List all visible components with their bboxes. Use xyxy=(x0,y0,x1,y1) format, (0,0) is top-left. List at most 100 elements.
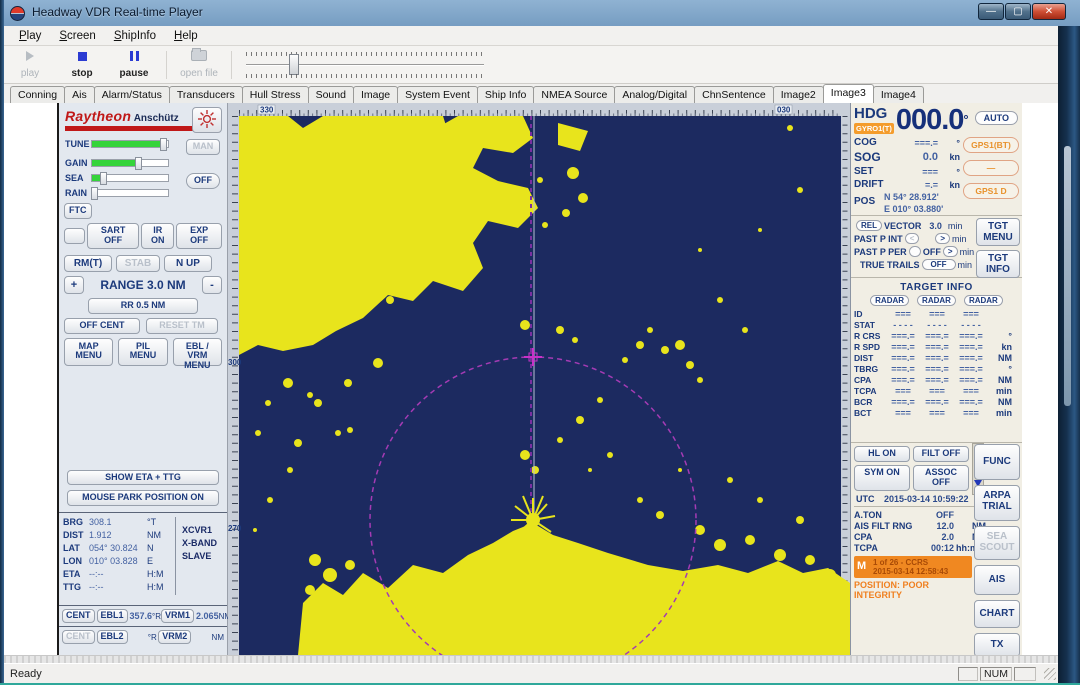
title-bar[interactable]: Headway VDR Real-time Player — ▢ ✕ xyxy=(0,0,1080,26)
gps1bt-button[interactable]: GPS1(BT) xyxy=(963,137,1019,153)
auto-button[interactable]: AUTO xyxy=(975,111,1018,125)
tab-alarm-status[interactable]: Alarm/Status xyxy=(94,86,170,103)
range-rings-button[interactable]: RR 0.5 NM xyxy=(88,298,198,314)
gain-slider[interactable]: GAIN xyxy=(65,158,183,168)
stab-button[interactable]: STAB xyxy=(116,255,160,272)
tx-button[interactable]: TX xyxy=(974,633,1020,655)
pos-label: POS xyxy=(854,192,884,215)
ebl2-button[interactable]: EBL2 xyxy=(97,630,128,644)
hdg-source-badge: GYRO1(T) xyxy=(854,123,894,134)
ir-button[interactable]: IR ON xyxy=(141,223,174,249)
menu-shipinfo[interactable]: ShipInfo xyxy=(105,28,165,44)
assoc-button[interactable]: ASSOC OFF xyxy=(913,465,969,491)
vrm2-button[interactable]: VRM2 xyxy=(158,630,191,644)
tab-ais[interactable]: Ais xyxy=(64,86,95,103)
sea-scout-button[interactable]: SEA SCOUT xyxy=(974,526,1020,560)
tab-conning[interactable]: Conning xyxy=(10,86,65,103)
tab-analog-digital[interactable]: Analog/Digital xyxy=(614,86,695,103)
off-button[interactable]: OFF xyxy=(186,173,220,189)
vrm1-button[interactable]: VRM1 xyxy=(161,609,194,623)
pil-menu-button[interactable]: PIL MENU xyxy=(118,338,167,366)
mouse-park-button[interactable]: MOUSE PARK POSITION ON xyxy=(67,490,219,506)
drift-value: =.= xyxy=(894,180,938,190)
ftc-button[interactable]: FTC xyxy=(64,203,92,219)
pause-button[interactable]: pause xyxy=(108,50,160,79)
cent2-button[interactable]: CENT xyxy=(62,630,95,644)
tab-ship-info[interactable]: Ship Info xyxy=(477,86,534,103)
radar2-button[interactable]: RADAR xyxy=(917,295,956,306)
chart-button[interactable]: CHART xyxy=(974,600,1020,628)
slider-thumb[interactable] xyxy=(289,54,299,75)
map-menu-button[interactable]: MAP MENU xyxy=(64,338,113,366)
vrm1-value: 2.065 xyxy=(196,611,219,621)
status-cell xyxy=(958,667,978,681)
radar1-button[interactable]: RADAR xyxy=(870,295,909,306)
maximize-button[interactable]: ▢ xyxy=(1005,3,1031,20)
tab-nmea-source[interactable]: NMEA Source xyxy=(533,86,615,103)
past-per-dec-button[interactable] xyxy=(909,246,921,257)
slider-track[interactable] xyxy=(246,64,484,66)
tab-image4[interactable]: Image4 xyxy=(873,86,924,103)
func-button[interactable]: FUNC xyxy=(974,444,1020,480)
play-icon xyxy=(4,50,56,66)
sea-slider[interactable]: SEA xyxy=(65,173,183,183)
past-int-dec-button[interactable]: < xyxy=(905,233,920,244)
tab-chnsentence[interactable]: ChnSentence xyxy=(694,86,774,103)
source-dash-button[interactable]: — xyxy=(963,160,1019,176)
menu-screen[interactable]: Screen xyxy=(50,28,104,44)
range-plus-button[interactable]: + xyxy=(64,276,84,294)
tgt-info-button[interactable]: TGT INFO xyxy=(976,250,1020,278)
slider-ticks-top xyxy=(246,52,484,56)
resize-grip[interactable] xyxy=(1044,668,1056,680)
ebl-vrm-menu-button[interactable]: EBL / VRM MENU xyxy=(173,338,222,366)
tab-transducers[interactable]: Transducers xyxy=(169,86,243,103)
ebl1-button[interactable]: EBL1 xyxy=(97,609,128,623)
true-trails-button[interactable]: OFF xyxy=(922,259,956,270)
show-eta-button[interactable]: SHOW ETA + TTG xyxy=(67,470,219,486)
tab-sound[interactable]: Sound xyxy=(308,86,354,103)
resettm-button[interactable]: RESET TM xyxy=(146,318,218,334)
unlabeled-button[interactable] xyxy=(64,228,85,244)
arpa-trial-button[interactable]: ARPA TRIAL xyxy=(974,485,1020,521)
man-button[interactable]: MAN xyxy=(186,139,220,155)
sog-label: SOG xyxy=(854,150,894,164)
playback-slider[interactable] xyxy=(246,50,484,80)
close-button[interactable]: ✕ xyxy=(1032,3,1066,20)
past-int-inc-button[interactable]: > xyxy=(935,233,950,244)
antenna-button[interactable] xyxy=(192,107,222,133)
tab-image3[interactable]: Image3 xyxy=(823,84,874,103)
range-minus-button[interactable]: - xyxy=(202,276,222,294)
minimize-button[interactable]: — xyxy=(978,3,1004,20)
alarm-message-box[interactable]: M 1 of 26 - CCRS 2015-03-14 12:58:43 xyxy=(854,556,972,578)
tab-page-image3: Raytheon Anschütz xyxy=(4,103,1058,655)
cent1-button[interactable]: CENT xyxy=(62,609,95,623)
menu-help[interactable]: Help xyxy=(165,28,207,44)
filt-button[interactable]: FILT OFF xyxy=(913,446,969,462)
stop-button[interactable]: stop xyxy=(56,50,108,79)
rm-button[interactable]: RM(T) xyxy=(64,255,112,272)
sym-button[interactable]: SYM ON xyxy=(854,465,910,491)
past-per-inc-button[interactable]: > xyxy=(943,246,958,257)
rain-slider[interactable]: RAIN xyxy=(65,188,183,198)
tgt-menu-button[interactable]: TGT MENU xyxy=(976,218,1020,246)
rel-button[interactable]: REL xyxy=(856,220,882,231)
ais-button[interactable]: AIS xyxy=(974,565,1020,595)
radar3-button[interactable]: RADAR xyxy=(964,295,1003,306)
open-file-button[interactable]: open file xyxy=(173,50,225,79)
tab-system-event[interactable]: System Event xyxy=(397,86,478,103)
tab-image2[interactable]: Image2 xyxy=(773,86,824,103)
tab-image[interactable]: Image xyxy=(353,86,398,103)
exp-button[interactable]: EXP OFF xyxy=(176,223,222,249)
menu-play[interactable]: Play xyxy=(10,28,50,44)
play-button[interactable]: play xyxy=(4,50,56,79)
hl-button[interactable]: HL ON xyxy=(854,446,910,462)
radar-ppi-display[interactable]: 330 030 300 270 xyxy=(228,103,850,655)
sart-button[interactable]: SART OFF xyxy=(87,223,139,249)
tab-hull-stress[interactable]: Hull Stress xyxy=(242,86,309,103)
nup-button[interactable]: N UP xyxy=(164,255,212,272)
gps1d-button[interactable]: GPS1 D xyxy=(963,183,1019,199)
tune-slider[interactable]: TUNE xyxy=(65,139,183,149)
offcent-button[interactable]: OFF CENT xyxy=(64,318,140,334)
cog-value: ===.= xyxy=(894,138,938,148)
horizontal-scrollbar[interactable] xyxy=(4,655,1058,663)
